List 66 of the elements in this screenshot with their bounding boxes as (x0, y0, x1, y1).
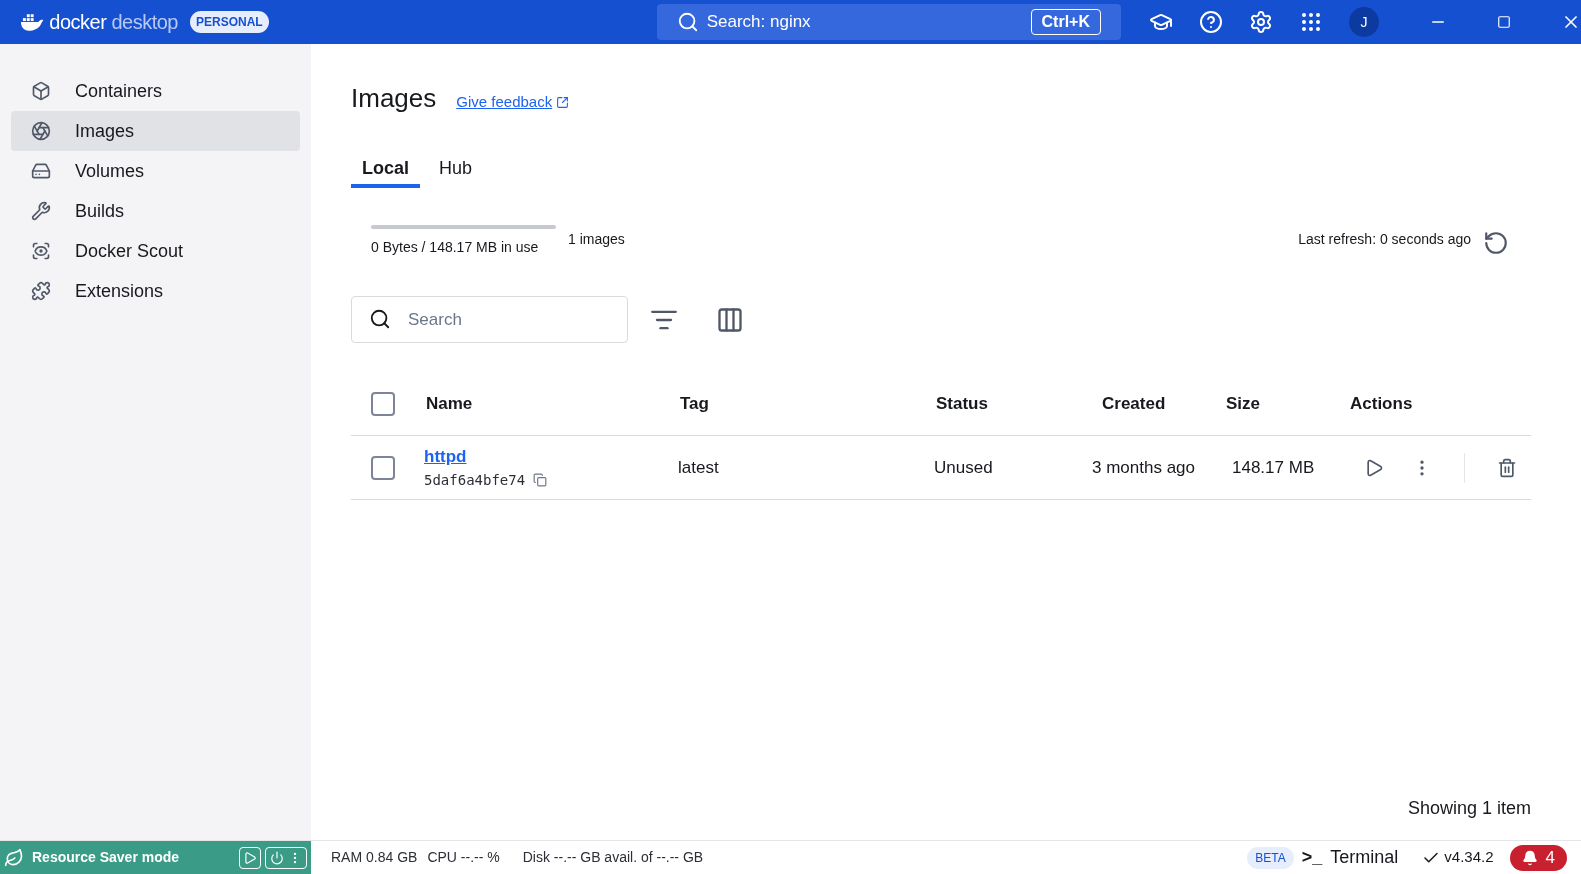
resource-stat: RAM 0.84 GB (331, 848, 418, 867)
resource-stat: Disk --.-- GB avail. of --.-- GB (522, 848, 704, 867)
sidebar-item[interactable]: Builds (11, 191, 300, 231)
shortcut-key: Ctrl+K (1030, 9, 1101, 35)
wrench-icon (31, 201, 51, 221)
column-header: Created (1102, 394, 1166, 414)
last-refresh: Last refresh: 0 seconds ago (1298, 230, 1471, 249)
image-name-link[interactable]: httpd (424, 444, 467, 470)
tag-cell: latest (678, 457, 719, 477)
usage-text: 0 Bytes / 148.17 MB in use (371, 238, 540, 257)
beta-badge: BETA (1247, 846, 1294, 869)
play-icon (243, 850, 257, 865)
search-field[interactable]: Search: nginx Ctrl+K (656, 4, 1121, 40)
sidebar-item[interactable]: Docker Scout (11, 231, 300, 271)
image-count: 1 images (568, 230, 625, 249)
run-icon[interactable] (1364, 457, 1384, 478)
version-label: v4.34.2 (1444, 847, 1494, 868)
whale-logo-icon (20, 13, 46, 31)
resource-saver-label: Resource Saver mode (32, 848, 180, 867)
power-button[interactable] (265, 846, 307, 869)
apps-grid-icon[interactable] (1299, 10, 1323, 34)
image-id: 5daf6a4bfe74 (424, 470, 526, 490)
search-icon (369, 308, 391, 330)
checkbox[interactable] (371, 392, 395, 416)
user-avatar[interactable]: J (1349, 7, 1379, 37)
size-cell: 148.17 MB (1232, 457, 1315, 477)
scan-icon (31, 241, 51, 261)
column-header: Actions (1350, 394, 1413, 414)
checkbox[interactable] (371, 455, 395, 480)
created-cell: 3 months ago (1092, 457, 1195, 477)
search-icon (676, 11, 699, 33)
tab[interactable]: Hub (428, 152, 484, 188)
sidebar-item[interactable]: Images (11, 111, 300, 151)
cube-icon (31, 81, 51, 101)
brand-name: docker desktop (49, 10, 178, 35)
power-icon (270, 850, 284, 865)
terminal-button[interactable]: >_ Terminal (1301, 844, 1399, 871)
tab[interactable]: Local (351, 152, 420, 188)
column-header: Name (426, 394, 473, 414)
external-link-icon (556, 96, 570, 109)
puzzle-icon (31, 281, 51, 301)
maximize-icon[interactable] (1497, 15, 1511, 29)
status-cell: Unused (934, 457, 993, 477)
search-text: Search: nginx (706, 11, 812, 34)
column-header: Status (936, 394, 988, 414)
refresh-icon[interactable] (1483, 230, 1509, 256)
columns-icon[interactable] (716, 305, 744, 334)
sidebar-item[interactable]: Volumes (11, 151, 300, 191)
settings-icon[interactable] (1249, 10, 1273, 34)
copy-icon[interactable] (533, 473, 548, 488)
help-icon[interactable] (1199, 10, 1223, 34)
delete-icon[interactable] (1497, 457, 1517, 478)
search-field[interactable]: Search (351, 296, 628, 343)
aperture-icon (31, 121, 51, 141)
column-header: Tag (680, 394, 709, 414)
leaf-icon (4, 847, 24, 868)
play-button[interactable] (239, 846, 261, 869)
row-count: Showing 1 item (1407, 797, 1531, 820)
page-title: Images (351, 82, 437, 115)
feedback-link[interactable]: Give feedback (456, 91, 570, 114)
resource-stat: CPU --.-- % (427, 848, 500, 867)
plan-badge: PERSONAL (189, 11, 269, 33)
sidebar-item[interactable]: Containers (11, 71, 300, 111)
column-header: Size (1226, 394, 1261, 414)
notifications-badge[interactable]: 4 (1509, 844, 1567, 871)
sidebar-item[interactable]: Extensions (11, 271, 300, 311)
